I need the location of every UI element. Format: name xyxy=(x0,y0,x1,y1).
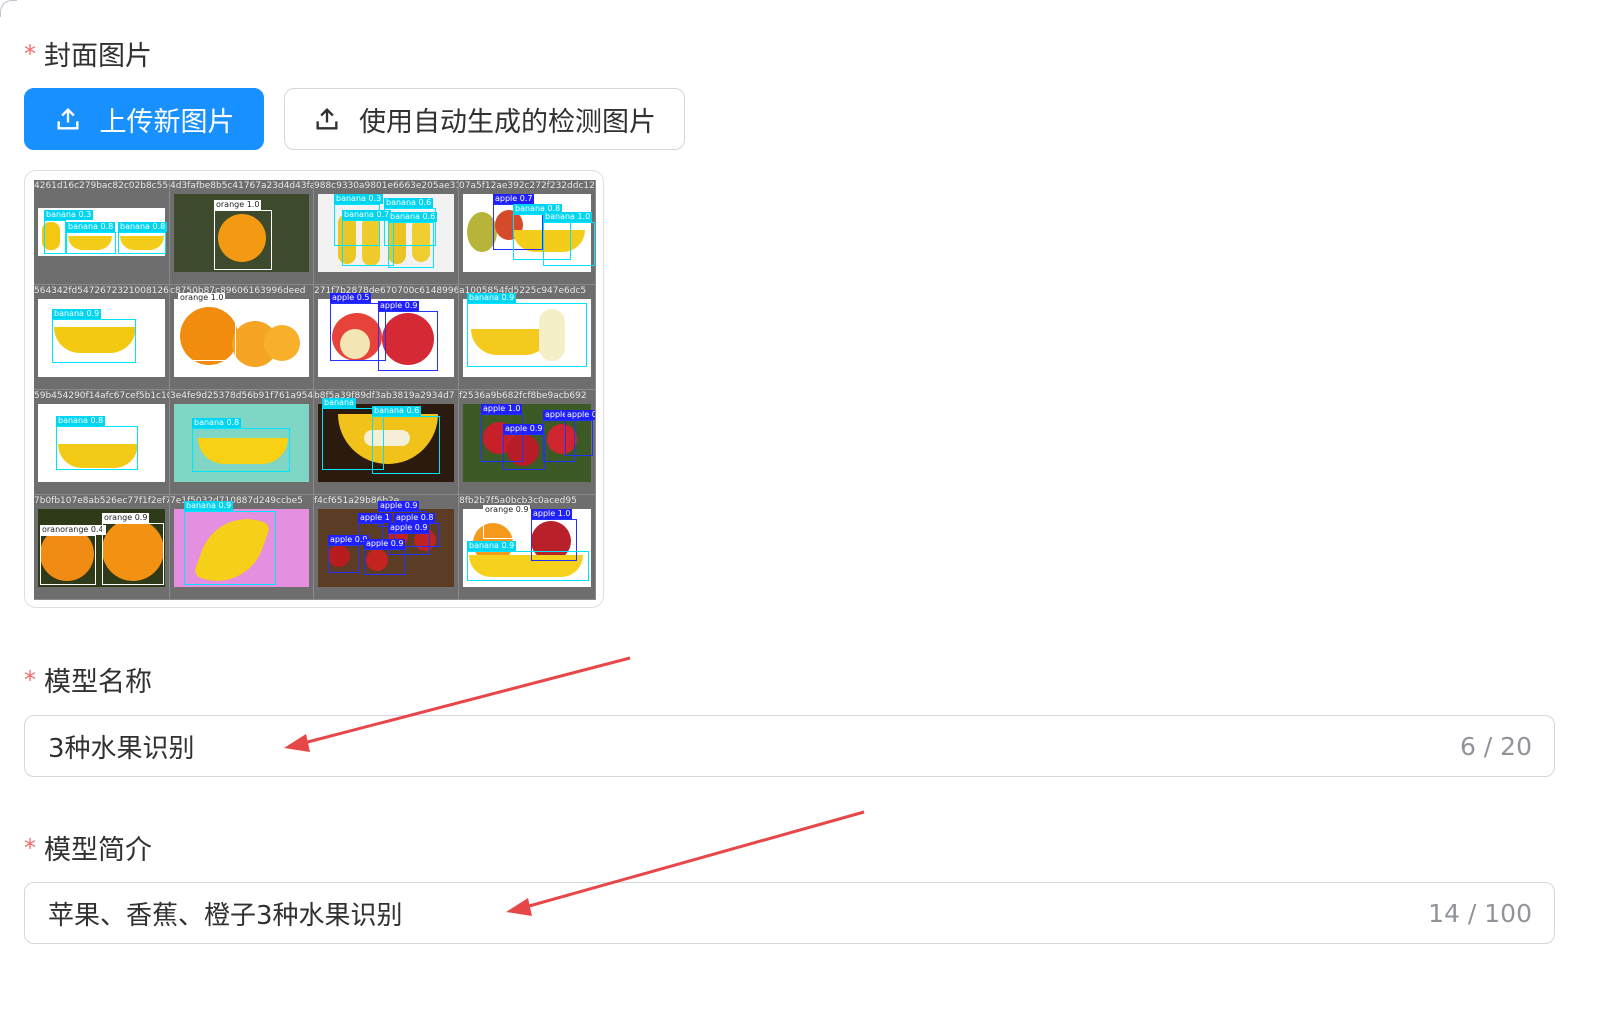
tile-filename: f2536a9b682fcf8be9acb692 xyxy=(459,391,587,401)
upload-icon xyxy=(57,108,78,130)
mosaic-tile: b8f5a39f89df3ab3819a2934d7 banana banana… xyxy=(314,390,459,495)
use-auto-detect-image-label: 使用自动生成的检测图片 xyxy=(359,106,656,138)
model-name-label: * 模型名称 xyxy=(24,660,152,699)
model-name-input[interactable]: 3种水果识别 6 / 20 xyxy=(24,715,1555,777)
mosaic-tile: 3e4fe9d25378d56b91f761a954 banana 0.8 xyxy=(170,390,314,495)
model-name-value: 3种水果识别 xyxy=(48,733,195,764)
cover-image-label-text: 封面图片 xyxy=(44,41,152,72)
detection-mosaic: 4261d16c279bac82c02b8c5566 banana 0.3 ba… xyxy=(34,180,596,600)
model-intro-input[interactable]: 苹果、香蕉、橙子3种水果识别 14 / 100 xyxy=(24,882,1555,944)
tile-filename: 4d3fafbe8b5c41767a23d4d43fa xyxy=(170,181,313,191)
model-intro-label: * 模型简介 xyxy=(24,828,152,867)
required-mark: * xyxy=(24,39,36,68)
model-intro-value: 苹果、香蕉、橙子3种水果识别 xyxy=(48,900,403,931)
mosaic-tile: 4261d16c279bac82c02b8c5566 banana 0.3 ba… xyxy=(34,180,170,285)
tile-photo: orange 1.0 xyxy=(174,293,309,377)
mosaic-tile: f4cf651a29b86b2e apple 0.9 apple 1 apple… xyxy=(314,495,459,600)
tile-photo: banana 0.3 banana 0.8 banana 0.8 xyxy=(38,208,168,256)
tile-filename: 4261d16c279bac82c02b8c5566 xyxy=(34,181,169,191)
tile-photo: banana 0.9 xyxy=(463,293,591,377)
mosaic-tile: 8fb2b7f5a0bcb3c0aced95 orange 0.9 apple … xyxy=(459,495,596,600)
tile-photo: banana 0.8 xyxy=(38,404,165,482)
tile-photo: oranorange 0.4 orange 0.9 xyxy=(38,509,165,587)
required-mark: * xyxy=(24,833,36,862)
tile-photo: banana 0.3 banana 0.6 banana 0.7 banana … xyxy=(318,194,454,272)
cover-image-label: * 封面图片 xyxy=(24,34,152,73)
tile-filename: 988c9330a9801e6663e205ae318 xyxy=(314,181,458,191)
mosaic-tile: f2536a9b682fcf8be9acb692 apple 1.0 apple… xyxy=(459,390,596,495)
tile-photo: banana 0.8 xyxy=(174,404,309,482)
mosaic-tile: 988c9330a9801e6663e205ae318 banana 0.3 b… xyxy=(314,180,459,285)
mosaic-tile: 59b454290f14afc67cef5b1c1010 banana 0.8 xyxy=(34,390,170,495)
page-corner xyxy=(0,0,17,17)
mosaic-tile: 7b0fb107e8ab526ec77f1f2ef769 oranorange … xyxy=(34,495,170,600)
mosaic-tile: 564342fd547267232100812681 banana 0.9 xyxy=(34,285,170,390)
tile-photo: apple 0.7 banana 0.8 banana 1.0 xyxy=(463,194,595,272)
model-intro-label-text: 模型简介 xyxy=(44,835,152,866)
tile-filename: 3e4fe9d25378d56b91f761a954 xyxy=(170,391,313,401)
mosaic-tile: 271f7b2878de670700c6148996 apple 0.5 app… xyxy=(314,285,459,390)
tile-filename: 564342fd547267232100812681 xyxy=(34,286,169,296)
tile-filename: 07a5f12ae392c272f232ddc1239 xyxy=(459,181,595,191)
model-intro-char-count: 14 / 100 xyxy=(1428,898,1532,928)
model-name-char-count: 6 / 20 xyxy=(1459,731,1532,761)
upload-new-image-label: 上传新图片 xyxy=(99,106,235,138)
tile-photo: banana banana 0.6 xyxy=(318,398,454,482)
upload-icon xyxy=(316,108,338,130)
cover-image-preview[interactable]: 4261d16c279bac82c02b8c5566 banana 0.3 ba… xyxy=(24,170,604,608)
model-name-label-text: 模型名称 xyxy=(44,667,152,698)
tile-photo: orange 1.0 xyxy=(174,194,309,272)
tile-photo: banana 0.9 xyxy=(38,299,165,377)
mosaic-tile: a1005854fd5225c947e6dc5 banana 0.9 xyxy=(459,285,596,390)
tile-filename: 59b454290f14afc67cef5b1c1010 xyxy=(34,391,169,401)
use-auto-detect-image-button[interactable]: 使用自动生成的检测图片 xyxy=(284,88,685,150)
upload-new-image-button[interactable]: 上传新图片 xyxy=(24,88,264,150)
mosaic-tile: 4d3fafbe8b5c41767a23d4d43fa orange 1.0 xyxy=(170,180,314,285)
tile-photo: banana 0.9 xyxy=(174,501,309,595)
mosaic-tile: c8750b87c89606163996deed orange 1.0 xyxy=(170,285,314,390)
tile-filename: 7b0fb107e8ab526ec77f1f2ef769 xyxy=(34,496,169,506)
tile-photo: apple 1.0 apple 0.9 apple apple 0 xyxy=(463,404,595,482)
required-mark: * xyxy=(24,665,36,694)
tile-photo: apple 0.5 apple 0.9 xyxy=(318,293,454,377)
mosaic-tile: 7e1f5032d710887d249ccbe5 banana 0.9 xyxy=(170,495,314,600)
tile-photo: apple 0.9 apple 1 apple 0.8 apple 0.9 ap… xyxy=(318,501,454,587)
tile-photo: orange 0.9 apple 1.0 banana 0.9 xyxy=(463,505,591,587)
mosaic-tile: 07a5f12ae392c272f232ddc1239 apple 0.7 ba… xyxy=(459,180,596,285)
